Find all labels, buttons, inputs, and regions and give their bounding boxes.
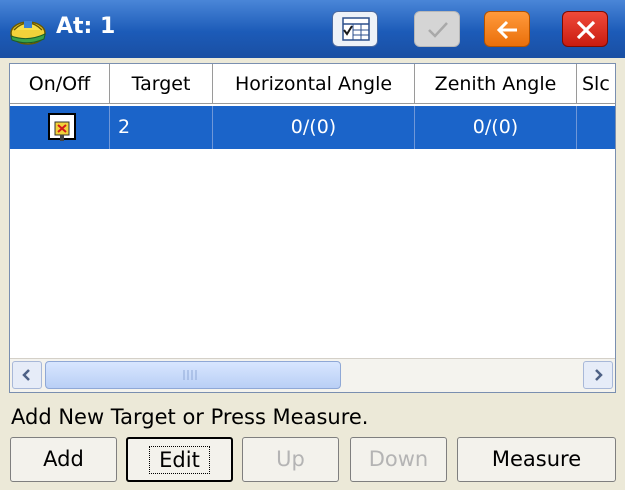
chevron-left-icon bbox=[13, 369, 41, 392]
app-window: At: 1 On/Off Target Horizontal Angle Zen… bbox=[0, 0, 625, 490]
add-button[interactable]: Add bbox=[10, 437, 117, 482]
targets-table[interactable]: On/Off Target Horizontal Angle Zenith An… bbox=[9, 63, 616, 393]
table-header: On/Off Target Horizontal Angle Zenith An… bbox=[10, 64, 615, 106]
cell-onoff[interactable] bbox=[10, 106, 110, 149]
cell-zenith-angle: 0/(0) bbox=[415, 106, 577, 149]
scroll-left-button[interactable] bbox=[12, 361, 42, 389]
edit-button-label: Edit bbox=[149, 446, 210, 474]
table-view-button[interactable] bbox=[332, 11, 378, 47]
back-button[interactable] bbox=[484, 11, 530, 47]
ok-button[interactable] bbox=[414, 11, 460, 47]
horizontal-scrollbar[interactable] bbox=[10, 358, 615, 392]
cell-target: 2 bbox=[110, 106, 213, 149]
column-header-zenith-angle[interactable]: Zenith Angle bbox=[415, 64, 577, 104]
target-on-checkbox-icon[interactable] bbox=[48, 113, 76, 141]
column-header-horizontal-angle[interactable]: Horizontal Angle bbox=[213, 64, 415, 104]
column-header-slc[interactable]: Slc bbox=[577, 64, 615, 104]
column-header-target[interactable]: Target bbox=[110, 64, 213, 104]
helmet-logo-icon bbox=[8, 12, 48, 46]
cell-slc bbox=[577, 106, 615, 149]
cell-horizontal-angle: 0/(0) bbox=[213, 106, 415, 149]
up-button[interactable]: Up bbox=[242, 437, 339, 482]
column-header-onoff[interactable]: On/Off bbox=[10, 64, 110, 104]
grip-icon bbox=[180, 368, 200, 386]
edit-button[interactable]: Edit bbox=[126, 437, 233, 482]
window-title: At: 1 bbox=[56, 14, 116, 39]
scroll-right-button[interactable] bbox=[583, 361, 613, 389]
table-row[interactable]: 2 0/(0) 0/(0) bbox=[10, 106, 615, 149]
status-message: Add New Target or Press Measure. bbox=[11, 405, 369, 429]
down-button[interactable]: Down bbox=[350, 437, 447, 482]
measure-button[interactable]: Measure bbox=[457, 437, 616, 482]
scrollbar-thumb[interactable] bbox=[45, 361, 341, 389]
title-bar: At: 1 bbox=[0, 0, 625, 58]
chevron-right-icon bbox=[584, 369, 612, 392]
close-button[interactable] bbox=[562, 11, 608, 47]
